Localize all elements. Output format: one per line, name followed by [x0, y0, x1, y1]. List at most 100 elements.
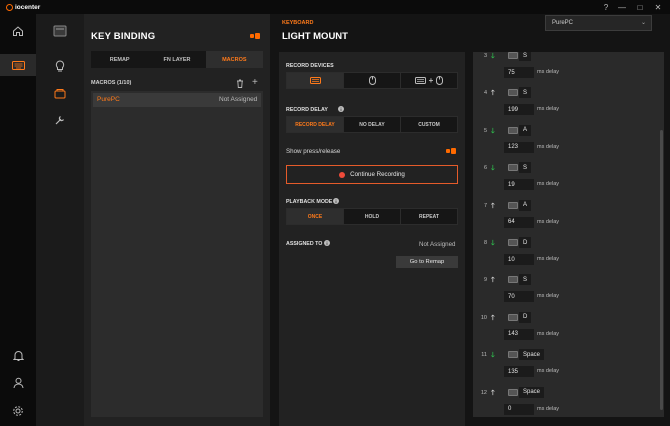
info-icon[interactable]: i — [338, 106, 344, 112]
step-key[interactable]: S — [519, 274, 532, 286]
help-button[interactable]: ? — [598, 0, 614, 14]
key-down-arrow-icon: 🡓 — [491, 53, 495, 60]
delay-unit-label: ms delay — [537, 330, 560, 337]
step-delay-input[interactable]: 143 — [504, 328, 534, 340]
macro-step: 7 🡑 A 64 ms delay — [473, 199, 664, 240]
minimize-button[interactable]: — — [614, 0, 630, 14]
step-delay-input[interactable]: 123 — [504, 141, 534, 153]
app-logo: iocenter — [6, 2, 46, 12]
step-key[interactable]: S — [519, 162, 532, 174]
step-number: 6 — [483, 165, 487, 172]
macros-count-label: MACROS (1/10) — [91, 80, 132, 86]
key-down-arrow-icon: 🡓 — [491, 240, 495, 247]
maximize-button[interactable]: □ — [632, 0, 648, 14]
key-up-arrow-icon: 🡑 — [491, 277, 495, 285]
assigned-to-label: ASSIGNED TO — [286, 241, 323, 247]
assigned-to-value: Not Assigned — [419, 241, 456, 248]
keyboard-icon — [508, 52, 518, 59]
display-icon — [53, 25, 67, 37]
step-key[interactable]: A — [519, 124, 532, 136]
close-button[interactable]: ✕ — [650, 0, 666, 14]
keyboard-icon — [508, 126, 518, 134]
key-up-arrow-icon: 🡑 — [491, 90, 495, 98]
tab-remap[interactable]: REMAP — [91, 51, 148, 68]
step-key[interactable]: Space — [519, 349, 545, 361]
title-bar — [0, 0, 670, 14]
step-key[interactable]: A — [519, 199, 532, 211]
playback-once[interactable]: ONCE — [287, 209, 343, 224]
step-delay-input[interactable]: 10 — [504, 254, 534, 265]
record-devices-label: RECORD DEVICES — [286, 63, 334, 69]
add-macro-button[interactable]: + — [252, 77, 258, 88]
tools-button[interactable] — [36, 109, 84, 131]
delay-unit-label: ms delay — [537, 181, 560, 188]
tab-macros[interactable]: MACROS — [205, 51, 263, 68]
step-delay-input[interactable]: 0 — [504, 403, 534, 415]
record-devices-selector: + — [286, 72, 458, 89]
step-number: 11 — [481, 352, 487, 359]
device-type: KEYBOARD — [282, 20, 314, 26]
playback-hold[interactable]: HOLD — [343, 209, 400, 224]
tab-fn-layer[interactable]: FN LAYER — [148, 51, 205, 68]
device-name: LIGHT MOUNT — [282, 31, 348, 42]
trash-icon[interactable] — [236, 79, 244, 88]
step-key[interactable]: S — [519, 52, 532, 61]
step-key[interactable]: D — [519, 237, 532, 248]
macro-step: 8 🡓 D 10 ms delay — [473, 237, 664, 277]
delay-option-none[interactable]: NO DELAY — [343, 117, 400, 132]
profile-value: PurePC — [552, 20, 574, 26]
steps-scrollbar[interactable] — [660, 130, 663, 410]
app-title: iocenter — [15, 3, 41, 11]
step-delay-input[interactable]: 64 — [504, 216, 534, 228]
step-key[interactable]: S — [519, 87, 532, 99]
keyboard-icon — [11, 60, 25, 70]
step-delay-input[interactable]: 199 — [504, 104, 534, 116]
lighting-button[interactable] — [36, 55, 84, 77]
profile-select[interactable]: PurePC ⌄ — [545, 15, 652, 31]
account-nav-button[interactable] — [0, 372, 36, 394]
display-settings-button[interactable] — [36, 20, 84, 42]
playback-mode-selector: ONCE HOLD REPEAT — [286, 208, 458, 225]
step-delay-input[interactable]: 19 — [504, 179, 534, 191]
delay-option-custom[interactable]: CUSTOM — [400, 117, 457, 132]
delay-option-record[interactable]: RECORD DELAY — [287, 117, 343, 132]
record-keyboard-mouse-option[interactable]: + — [400, 73, 457, 88]
step-key[interactable]: Space — [519, 386, 545, 398]
step-delay-input[interactable]: 75 — [504, 67, 534, 78]
continue-recording-button[interactable]: Continue Recording — [286, 165, 458, 184]
show-press-release-label: Show press/release — [286, 148, 341, 155]
home-icon — [13, 26, 23, 36]
step-number: 8 — [483, 240, 487, 246]
keybinding-tabs: REMAP FN LAYER MACROS — [91, 51, 263, 68]
record-mouse-option[interactable] — [343, 73, 400, 88]
key-up-arrow-icon: 🡑 — [491, 314, 495, 322]
keyboard-icon — [508, 276, 518, 284]
macro-list — [91, 91, 263, 417]
keyboard-icon — [508, 351, 518, 359]
record-keyboard-option[interactable] — [287, 73, 343, 88]
toggle-knob — [451, 148, 456, 154]
macro-step: 11 🡓 Space 135 ms delay — [473, 349, 664, 389]
key-up-arrow-icon: 🡑 — [491, 389, 495, 397]
playback-repeat[interactable]: REPEAT — [400, 209, 457, 224]
info-icon[interactable]: i — [324, 240, 330, 246]
step-delay-input[interactable]: 135 — [504, 366, 534, 378]
keyboard-icon — [414, 77, 426, 84]
go-to-remap-button[interactable]: Go to Remap — [396, 256, 458, 268]
step-number: 10 — [480, 314, 487, 321]
keybinding-button[interactable] — [36, 82, 84, 104]
delay-unit-label: ms delay — [537, 218, 560, 225]
user-icon — [13, 377, 23, 389]
info-icon[interactable]: i — [333, 198, 339, 204]
show-press-release-toggle[interactable] — [446, 148, 456, 154]
macro-step: 12 🡑 Space 0 ms delay — [473, 386, 664, 417]
home-nav-button[interactable] — [0, 20, 36, 42]
keyboard-nav-button[interactable] — [0, 54, 36, 76]
step-number: 9 — [483, 277, 487, 284]
logo-icon — [6, 3, 13, 11]
step-delay-input[interactable]: 70 — [504, 291, 534, 303]
notifications-nav-button[interactable] — [0, 345, 36, 367]
keybinding-toggle[interactable] — [250, 33, 260, 39]
step-key[interactable]: D — [519, 311, 532, 323]
settings-nav-button[interactable] — [0, 400, 36, 422]
